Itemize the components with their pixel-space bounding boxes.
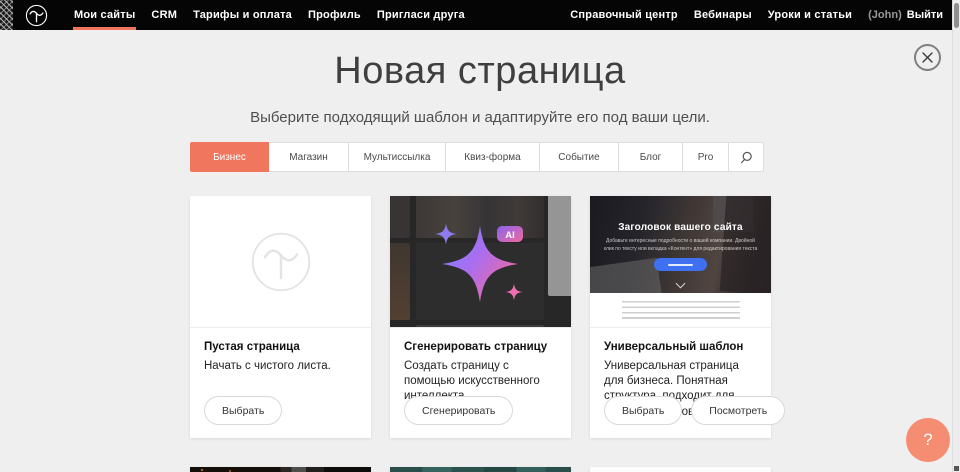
scrollbar-corner — [954, 466, 959, 471]
tab-pro[interactable]: Pro — [682, 142, 729, 172]
preview-paragraph-lines — [622, 301, 740, 322]
tab-blog[interactable]: Блог — [618, 142, 683, 172]
nav-item-crm[interactable]: CRM — [143, 0, 185, 30]
universal-preview[interactable]: Заголовок вашего сайта Добавьте интересн… — [590, 196, 771, 328]
template-card-next-row-3[interactable] — [590, 467, 771, 472]
tab-store[interactable]: Магазин — [268, 142, 349, 172]
card-title: Универсальный шаблон — [604, 341, 757, 353]
user-name: (John) — [860, 9, 904, 21]
tab-multilink[interactable]: Мультиссылка — [348, 142, 446, 172]
template-card-universal: Заголовок вашего сайта Добавьте интересн… — [590, 196, 771, 438]
tilda-watermark-icon — [248, 229, 314, 295]
template-card-blank-page: Пустая страница Начать с чистого листа. … — [190, 196, 371, 438]
scrollbar-track[interactable] — [952, 0, 960, 472]
app-window: Мои сайты CRM Тарифы и оплата Профиль Пр… — [0, 0, 960, 472]
ai-sparkles-icon: AI — [390, 196, 571, 328]
tilda-logo-icon — [25, 4, 48, 27]
nav-item-profile[interactable]: Профиль — [300, 0, 369, 30]
close-icon — [921, 51, 934, 64]
universal-preview-hero: Заголовок вашего сайта Добавьте интересн… — [590, 196, 771, 293]
card-actions: Выбрать Посмотреть — [604, 396, 785, 425]
hero-subtext: Добавьте интересные подробности о вашей … — [603, 238, 758, 253]
template-card-ai-generate: AI Сгенерировать страницу Создать страни… — [390, 196, 571, 438]
card-title: Пустая страница — [204, 341, 357, 353]
preview-universal-button[interactable]: Посмотреть — [691, 396, 785, 425]
universal-preview-text-section — [590, 293, 771, 328]
nav-item-lessons-articles[interactable]: Уроки и статьи — [760, 0, 860, 30]
choose-universal-button[interactable]: Выбрать — [604, 396, 682, 425]
tilda-logo[interactable] — [25, 4, 48, 27]
nav-item-plans-payment[interactable]: Тарифы и оплата — [185, 0, 300, 30]
tab-quiz-form[interactable]: Квиз-форма — [445, 142, 540, 172]
window-edge-texture — [0, 0, 13, 30]
search-icon — [739, 150, 754, 165]
card-title: Сгенерировать страницу — [404, 341, 557, 353]
secondary-nav: Справочный центр Вебинары Уроки и статьи… — [562, 0, 943, 30]
blank-preview-canvas — [190, 196, 371, 328]
hero-heading: Заголовок вашего сайта — [590, 222, 771, 233]
help-button[interactable]: ? — [906, 418, 950, 462]
nav-item-help-center[interactable]: Справочный центр — [562, 0, 686, 30]
generate-button[interactable]: Сгенерировать — [404, 396, 513, 425]
card-actions: Сгенерировать — [404, 396, 513, 425]
template-category-tabs: Бизнес Магазин Мультиссылка Квиз-форма С… — [190, 142, 771, 172]
choose-blank-button[interactable]: Выбрать — [204, 396, 282, 425]
nav-item-invite-friend[interactable]: Пригласи друга — [369, 0, 473, 30]
ai-preview[interactable]: AI — [390, 196, 571, 328]
page-title: Новая страница — [0, 50, 960, 93]
close-button[interactable] — [914, 44, 941, 71]
template-card-next-row-1[interactable] — [190, 467, 371, 472]
tab-search[interactable] — [728, 142, 764, 172]
primary-nav: Мои сайты CRM Тарифы и оплата Профиль Пр… — [66, 0, 473, 30]
nav-item-my-sites[interactable]: Мои сайты — [66, 0, 143, 30]
card-description: Начать с чистого листа. — [204, 359, 357, 374]
scrollbar-thumb[interactable] — [954, 3, 959, 28]
logout-link[interactable]: Выйти — [904, 9, 943, 21]
page-subtitle: Выберите подходящий шаблон и адаптируйте… — [0, 109, 960, 126]
hero-cta-button — [654, 258, 707, 271]
blank-page-preview[interactable] — [190, 196, 371, 328]
template-card-next-row-2[interactable] — [390, 467, 571, 472]
ai-badge-label: AI — [505, 230, 515, 241]
card-actions: Выбрать — [204, 396, 282, 425]
top-bar: Мои сайты CRM Тарифы и оплата Профиль Пр… — [0, 0, 952, 30]
nav-item-webinars[interactable]: Вебинары — [686, 0, 760, 30]
tab-business[interactable]: Бизнес — [190, 142, 269, 172]
tab-event[interactable]: Событие — [539, 142, 619, 172]
